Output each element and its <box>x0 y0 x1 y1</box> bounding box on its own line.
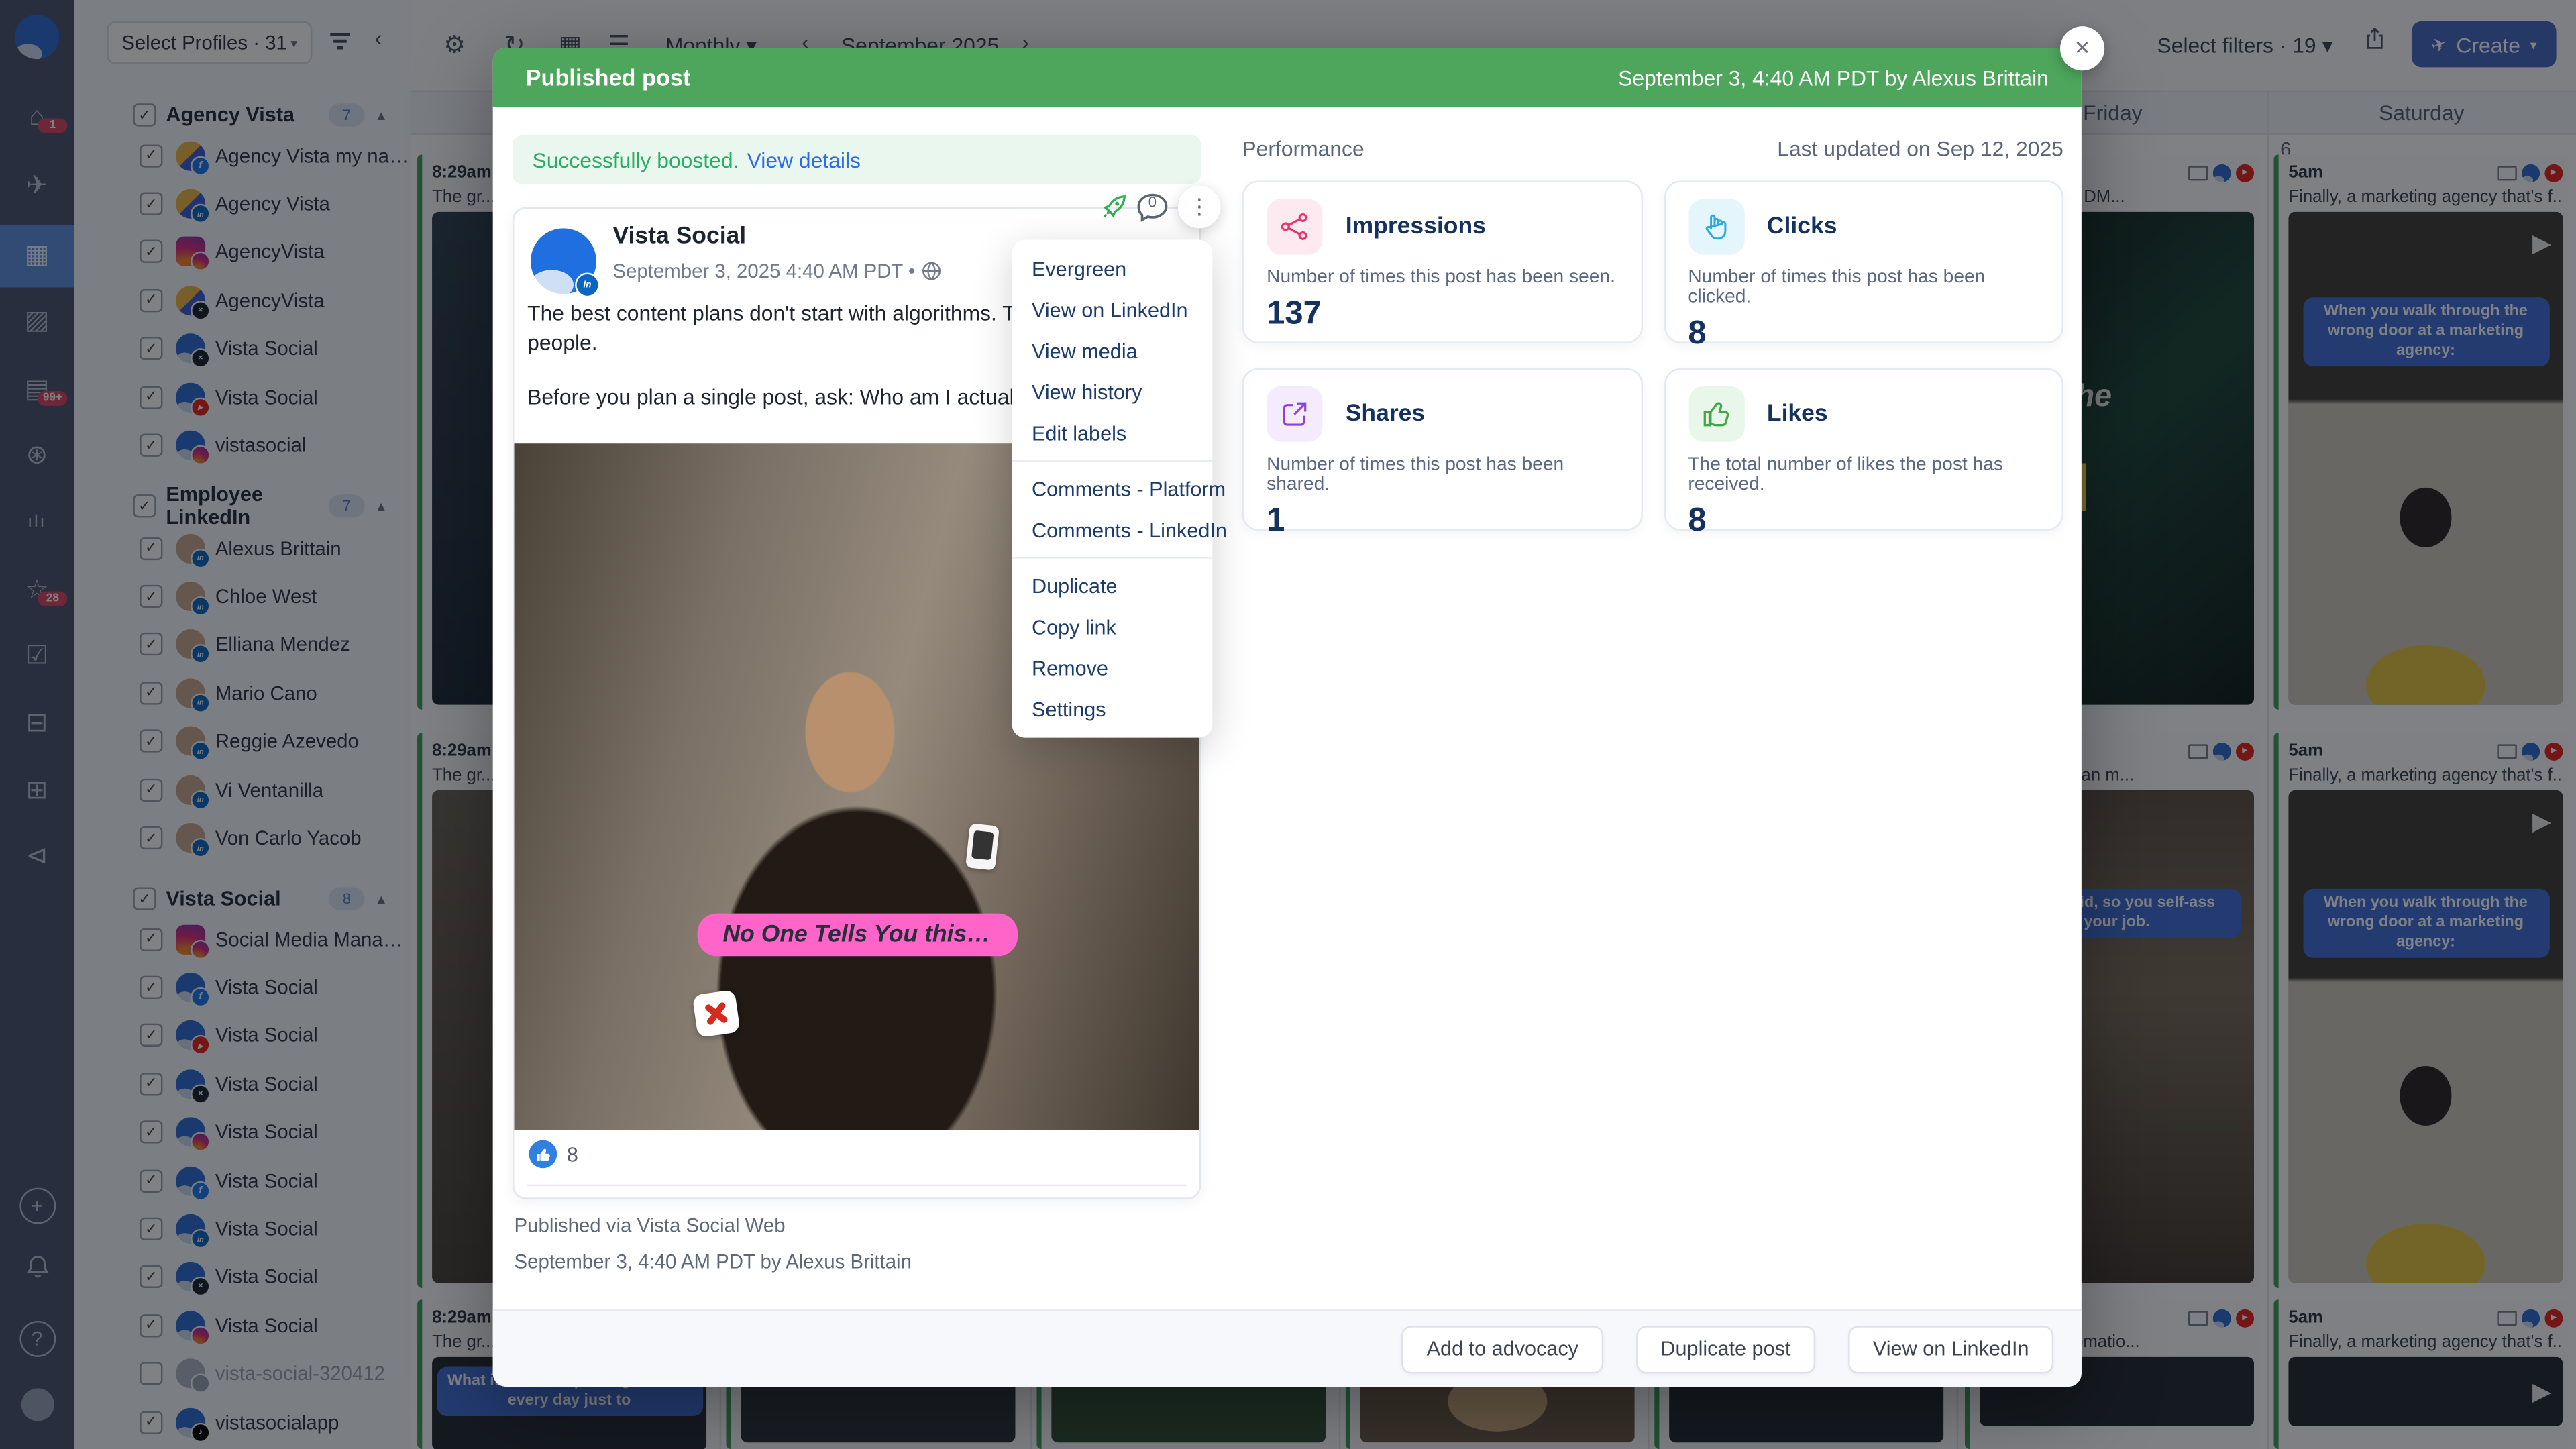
thumbs-up-icon <box>529 1140 557 1169</box>
media-caption: No One Tells You this… <box>696 914 1017 957</box>
card-value: 8 <box>1688 315 2039 353</box>
modal-header: Published post September 3, 4:40 AM PDT … <box>493 48 2082 107</box>
shares-card: Shares Number of times this post has bee… <box>1242 368 1642 531</box>
modal-footer: Add to advocacy Duplicate post View on L… <box>493 1309 2082 1387</box>
likes-card: Likes The total number of likes the post… <box>1664 368 2063 531</box>
likes-icon <box>1688 386 1743 442</box>
add-to-advocacy-button[interactable]: Add to advocacy <box>1402 1325 1603 1373</box>
card-description: Number of times this post has been seen. <box>1267 268 1617 287</box>
menu-item-view-media[interactable]: View media <box>1012 330 1213 371</box>
menu-item-copy-link[interactable]: Copy link <box>1012 606 1213 647</box>
boosted-rocket-icon[interactable] <box>1101 194 1127 220</box>
impressions-icon <box>1267 199 1322 254</box>
menu-item-remove[interactable]: Remove <box>1012 647 1213 688</box>
published-when: September 3, 4:40 AM PDT by Alexus Britt… <box>515 1250 912 1273</box>
card-value: 8 <box>1688 502 2039 540</box>
x-mark-sticker <box>692 989 741 1038</box>
published-post-modal: Published post September 3, 4:40 AM PDT … <box>493 48 2082 1387</box>
card-value: 1 <box>1267 502 1617 540</box>
post-context-menu: Evergreen View on LinkedIn View media Vi… <box>1012 240 1213 738</box>
divider <box>527 1185 1186 1186</box>
view-on-linkedin-button[interactable]: View on LinkedIn <box>1848 1325 2053 1373</box>
menu-item-comments-platform[interactable]: Comments - Platform <box>1012 468 1213 509</box>
view-details-link[interactable]: View details <box>747 147 861 172</box>
duplicate-post-button[interactable]: Duplicate post <box>1636 1325 1815 1373</box>
divider <box>1012 460 1213 462</box>
card-description: The total number of likes the post has r… <box>1688 455 2039 494</box>
menu-item-settings[interactable]: Settings <box>1012 688 1213 729</box>
post-author-name: Vista Social <box>612 223 746 250</box>
post-action-icons: 0 ⋮ <box>1101 186 1221 229</box>
performance-title: Performance <box>1242 136 1364 161</box>
post-author-avatar <box>531 228 596 294</box>
card-title: Shares <box>1346 401 1425 427</box>
menu-item-comments-linkedin[interactable]: Comments - LinkedIn <box>1012 509 1213 550</box>
card-title: Clicks <box>1767 213 1837 239</box>
divider <box>1012 557 1213 558</box>
card-description: Number of times this post has been click… <box>1688 268 2039 307</box>
performance-header: Performance Last updated on Sep 12, 2025 <box>1242 136 2063 161</box>
card-title: Impressions <box>1346 213 1486 239</box>
card-description: Number of times this post has been share… <box>1267 455 1617 494</box>
modal-header-date: September 3, 4:40 AM PDT by Alexus Britt… <box>1618 65 2049 90</box>
post-menu-button[interactable]: ⋮ <box>1178 186 1221 229</box>
phone-sticker <box>965 823 1000 870</box>
modal-title: Published post <box>526 64 691 91</box>
card-title: Likes <box>1767 401 1828 427</box>
app-root: ⌂ 1 ✈ ▦ ▨ ▤ 99+ ⊛ ılı ☆ 28 ☑ ⊟ ⊞ ⊲ + ? S… <box>0 0 2576 1449</box>
menu-item-view-on-linkedin[interactable]: View on LinkedIn <box>1012 289 1213 330</box>
post-timestamp: September 3, 2025 4:40 AM PDT • <box>612 260 941 282</box>
published-via: Published via Vista Social Web <box>515 1214 786 1237</box>
menu-item-edit-labels[interactable]: Edit labels <box>1012 413 1213 453</box>
boost-success-banner: Successfully boosted. View details <box>513 135 1201 184</box>
close-icon[interactable]: × <box>2060 26 2104 70</box>
impressions-card: Impressions Number of times this post ha… <box>1242 180 1642 343</box>
reaction-count: 8 <box>567 1142 578 1165</box>
last-updated: Last updated on Sep 12, 2025 <box>1777 136 2063 161</box>
menu-item-view-history[interactable]: View history <box>1012 371 1213 412</box>
clicks-icon <box>1688 199 1743 254</box>
comments-bubble-icon[interactable]: 0 <box>1135 190 1169 224</box>
performance-cards: Impressions Number of times this post ha… <box>1242 180 2063 531</box>
success-text: Successfully boosted. <box>532 147 739 172</box>
globe-icon <box>922 261 941 280</box>
menu-item-duplicate[interactable]: Duplicate <box>1012 565 1213 606</box>
shares-icon <box>1267 386 1322 442</box>
post-reactions: 8 <box>529 1140 578 1169</box>
card-value: 137 <box>1267 296 1617 333</box>
linkedin-badge-icon <box>575 273 600 298</box>
comment-count: 0 <box>1135 193 1169 209</box>
menu-item-evergreen[interactable]: Evergreen <box>1012 248 1213 289</box>
clicks-card: Clicks Number of times this post has bee… <box>1664 180 2063 343</box>
